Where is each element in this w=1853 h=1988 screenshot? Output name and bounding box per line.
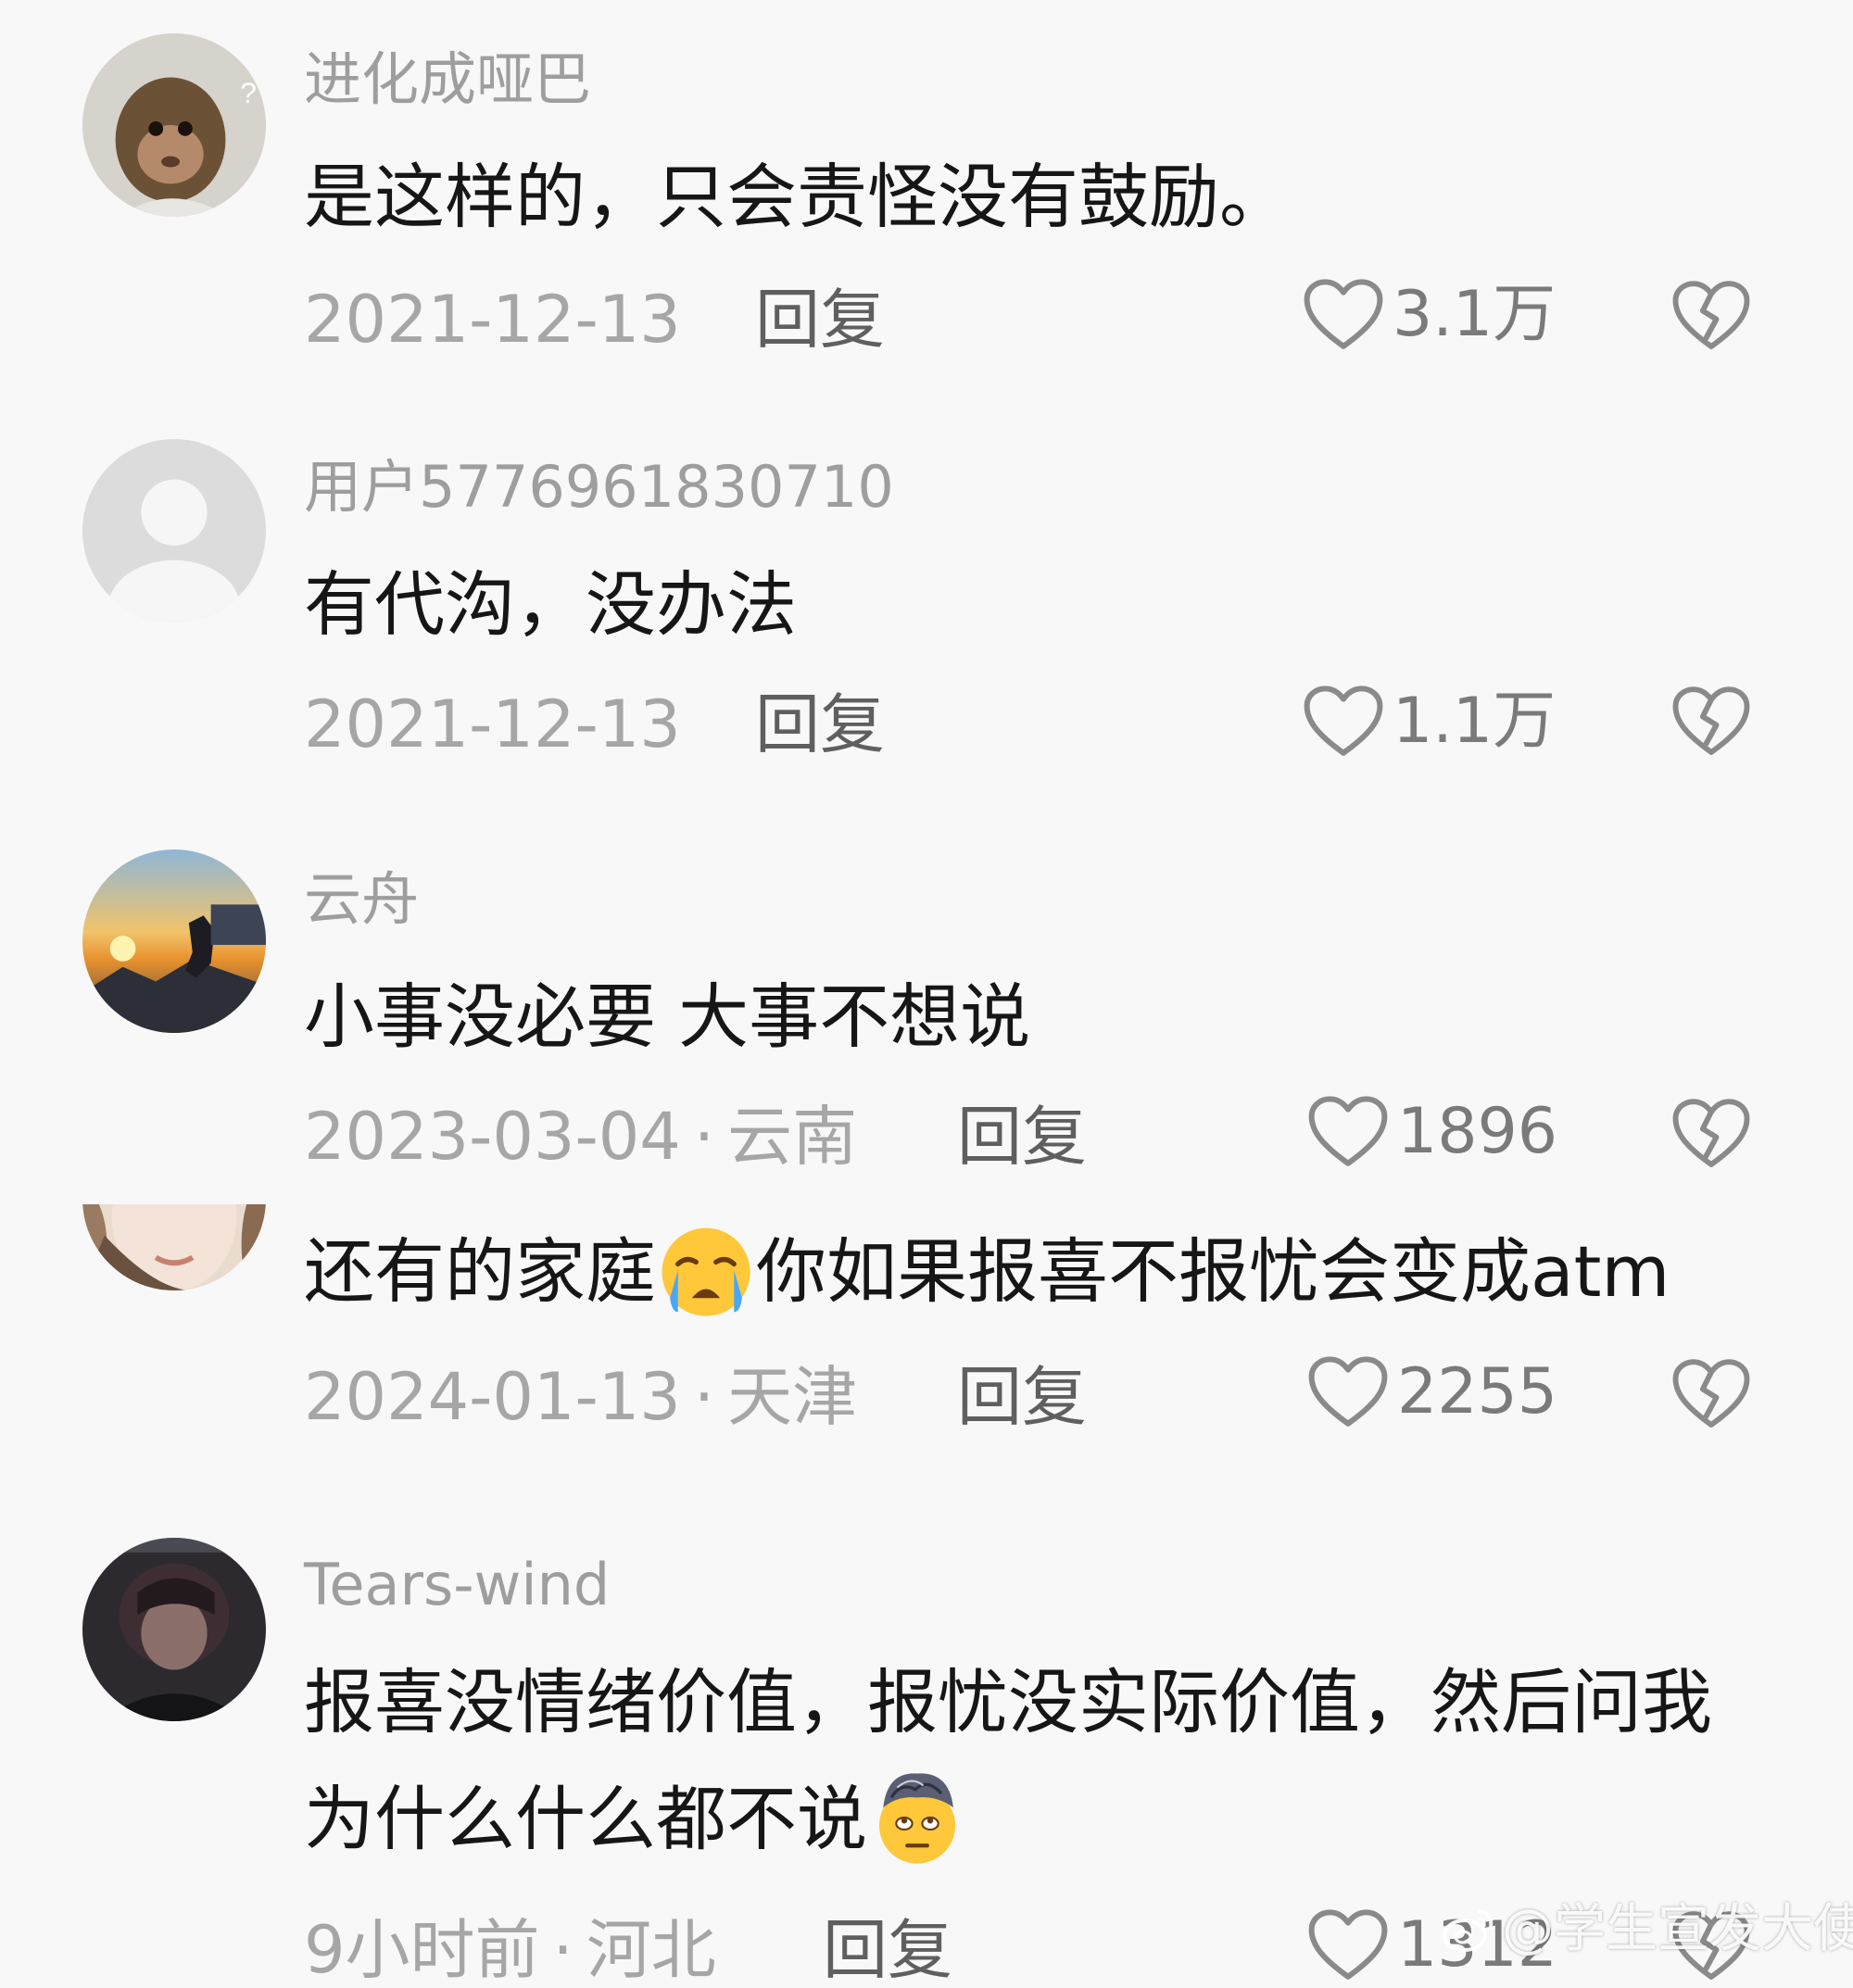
comment-text: 有代沟，没办法 xyxy=(304,563,797,646)
comment-meta: 2024-01-13 · 天津 xyxy=(304,1365,857,1429)
default-user-avatar[interactable] xyxy=(82,439,266,623)
comment-date: 2024-01-13 xyxy=(304,1359,681,1435)
weibo-watermark: @学生宣发大使 xyxy=(1441,1904,1853,1956)
meta-separator: · xyxy=(552,1912,574,1988)
like-count: 2255 xyxy=(1397,1355,1558,1428)
comment-location: 天津 xyxy=(727,1359,858,1435)
girl-avatar[interactable] xyxy=(82,1204,266,1290)
comment-item: 还有的家庭 你如果报喜不报忧会变成atm 2024-01-13 · 天津 回复 22… xyxy=(0,1204,1853,1510)
comment-username[interactable]: 用户5776961830710 xyxy=(304,459,894,516)
reply-button[interactable]: 回复 xyxy=(957,1104,1087,1169)
comment-meta: 9小时前 · 河北 xyxy=(304,1918,716,1982)
like-button[interactable]: 1896 xyxy=(1306,1093,1557,1171)
comment-username[interactable]: 进化成哑巴 xyxy=(304,51,591,108)
reply-button[interactable]: 回复 xyxy=(755,692,885,757)
watermark-text: @学生宣发大使 xyxy=(1502,1899,1853,1959)
reply-button[interactable]: 回复 xyxy=(755,287,885,352)
meta-separator: · xyxy=(693,1359,715,1435)
comment-text: 小事没必要 大事不想说 xyxy=(304,975,1031,1058)
comment-date: 9小时前 xyxy=(304,1912,540,1988)
comment-text-part: 你如果报喜不报忧会变成atm xyxy=(756,1230,1670,1313)
meta-separator: · xyxy=(693,1099,715,1175)
sunset-mountain-avatar[interactable] xyxy=(82,849,266,1033)
monkey-avatar[interactable]: ? xyxy=(82,33,266,217)
heart-icon xyxy=(1306,1906,1390,1984)
comment-location: 云南 xyxy=(727,1099,858,1175)
like-count: 3.1万 xyxy=(1393,278,1557,351)
heart-icon xyxy=(1302,683,1385,761)
broken-heart-icon[interactable] xyxy=(1670,278,1752,354)
comment-date: 2021-12-13 xyxy=(304,282,681,358)
comment-meta: 2021-12-13 xyxy=(304,287,681,352)
reply-button[interactable]: 回复 xyxy=(957,1365,1087,1429)
face-with-spiral-hair-icon xyxy=(867,1768,967,1868)
like-button[interactable]: 2255 xyxy=(1306,1353,1557,1431)
comment-meta: 2023-03-04 · 云南 xyxy=(304,1104,857,1169)
broken-heart-icon[interactable] xyxy=(1670,684,1752,760)
comment-text: 是这样的，只会责怪没有鼓励。 xyxy=(304,156,1290,238)
like-button[interactable]: 3.1万 xyxy=(1302,276,1556,354)
comment-text: 还有的家庭 你如果报喜不报忧会变成atm xyxy=(304,1214,1786,1330)
heart-icon xyxy=(1306,1093,1390,1171)
comment-text: 报喜没情绪价值，报忧没实际价值，然后问我为什么什么都不说 xyxy=(304,1644,1749,1878)
comment-text-part: 报喜没情绪价值，报忧没实际价值，然后问我为什么什么都不说 xyxy=(304,1661,1712,1860)
comment-item: 云舟 小事没必要 大事不想说 2023-03-04 · 云南 回复 1896 xyxy=(0,797,1853,1204)
svg-text:?: ? xyxy=(240,76,257,109)
comment-date: 2021-12-13 xyxy=(304,686,681,762)
comment-date: 2023-03-04 xyxy=(304,1099,681,1175)
comment-username[interactable]: Tears-wind xyxy=(304,1556,610,1614)
like-count: 1.1万 xyxy=(1393,685,1557,758)
reply-button[interactable]: 回复 xyxy=(823,1918,952,1982)
comment-text-part: 还有的家庭 xyxy=(304,1230,656,1313)
crying-face-icon xyxy=(656,1220,756,1320)
broken-heart-icon[interactable] xyxy=(1670,1356,1752,1432)
heart-icon xyxy=(1302,276,1385,354)
dark-portrait-avatar[interactable] xyxy=(82,1538,266,1721)
comment-item: 用户5776961830710 有代沟，没办法 2021-12-13 回复 1.… xyxy=(0,389,1853,797)
broken-heart-icon[interactable] xyxy=(1670,1096,1752,1172)
comment-username[interactable]: 云舟 xyxy=(304,871,419,928)
weibo-logo-icon xyxy=(1441,1904,1496,1956)
heart-icon xyxy=(1306,1353,1390,1431)
comment-item: ? 进化成哑巴 是这样的，只会责怪没有鼓励。 2021-12-13 回复 3.1… xyxy=(0,0,1853,389)
like-count: 1896 xyxy=(1397,1095,1558,1168)
comment-location: 河北 xyxy=(586,1912,716,1988)
like-button[interactable]: 1.1万 xyxy=(1302,683,1556,761)
comment-meta: 2021-12-13 xyxy=(304,692,681,757)
